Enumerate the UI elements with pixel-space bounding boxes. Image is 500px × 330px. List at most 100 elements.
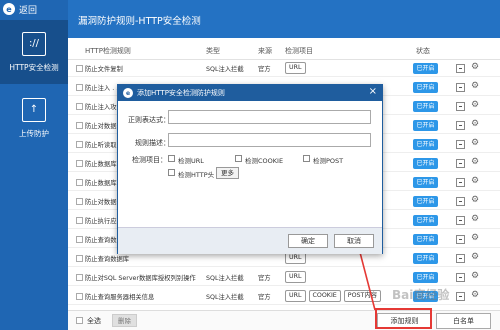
status-toggle[interactable]: 已开启 — [413, 82, 438, 93]
ok-button[interactable]: 确定 — [288, 234, 328, 248]
table-row[interactable]: 防止对SQL Server数据库授权列别操作 SQL注入拦截 官方 URL 已开启 ⚙ — [68, 269, 500, 286]
regex-label: 正则表达式： — [128, 116, 170, 124]
gear-icon[interactable]: ⚙ — [471, 138, 479, 148]
status-toggle[interactable]: 已开启 — [413, 158, 438, 169]
row-checkbox[interactable] — [76, 122, 83, 129]
check-url-checkbox[interactable] — [168, 155, 175, 162]
footer-bar: 全选 删除 添加规则 白名单 — [68, 310, 500, 330]
row-checkbox[interactable] — [76, 179, 83, 186]
minimize-icon[interactable] — [456, 64, 465, 73]
check-item-tag: URL — [285, 290, 306, 302]
cancel-button[interactable]: 取消 — [334, 234, 374, 248]
close-icon[interactable]: × — [369, 86, 377, 97]
gear-icon[interactable]: ⚙ — [471, 100, 479, 110]
row-checkbox[interactable] — [76, 255, 83, 262]
gear-icon[interactable]: ⚙ — [471, 233, 479, 243]
back-button[interactable]: e 返回 — [0, 0, 68, 18]
table-row[interactable]: 防止文件复制 SQL注入拦截 官方 URL 已开启 ⚙ — [68, 60, 500, 77]
row-checkbox[interactable] — [76, 274, 83, 281]
check-item-tags: URL — [285, 271, 306, 283]
row-checkbox[interactable] — [76, 198, 83, 205]
rule-type: SQL注入拦截 — [206, 275, 244, 282]
check-cookie-checkbox[interactable] — [235, 155, 242, 162]
table-header: HTTP检测规则 类型 来源 检测项目 状态 — [68, 38, 500, 60]
gear-icon[interactable]: ⚙ — [471, 157, 479, 167]
description-input[interactable] — [168, 133, 371, 147]
gear-icon[interactable]: ⚙ — [471, 62, 479, 72]
status-toggle[interactable]: 已开启 — [413, 177, 438, 188]
row-checkbox[interactable] — [76, 236, 83, 243]
select-all-checkbox[interactable] — [76, 317, 83, 324]
minimize-icon[interactable] — [456, 140, 465, 149]
whitelist-button[interactable]: 白名单 — [436, 313, 491, 329]
check-http-header-label: 检测HTTP头 — [178, 171, 215, 179]
status-toggle[interactable]: 已开启 — [413, 101, 438, 112]
gear-icon[interactable]: ⚙ — [471, 271, 479, 281]
status-toggle[interactable]: 已开启 — [413, 63, 438, 74]
row-checkbox[interactable] — [76, 217, 83, 224]
column-header-items: 检测项目 — [285, 47, 313, 55]
sidebar-item-label: HTTP安全检测 — [9, 62, 59, 72]
gear-icon[interactable]: ⚙ — [471, 214, 479, 224]
rule-name: 防止查询服务器相关信息 — [85, 294, 155, 301]
minimize-icon[interactable] — [456, 292, 465, 301]
minimize-icon[interactable] — [456, 83, 465, 92]
column-header-source: 来源 — [258, 47, 272, 55]
row-checkbox[interactable] — [76, 65, 83, 72]
status-toggle[interactable]: 已开启 — [413, 120, 438, 131]
gear-icon[interactable]: ⚙ — [471, 176, 479, 186]
minimize-icon[interactable] — [456, 254, 465, 263]
check-item-tag: URL — [285, 271, 306, 283]
minimize-icon[interactable] — [456, 102, 465, 111]
status-toggle[interactable]: 已开启 — [413, 253, 438, 264]
check-cookie-label: 检测COOKIE — [245, 157, 284, 165]
check-post-checkbox[interactable] — [303, 155, 310, 162]
minimize-icon[interactable] — [456, 216, 465, 225]
sidebar-item-upload-protect[interactable]: ↑ 上传防护 — [0, 86, 68, 150]
gear-icon[interactable]: ⚙ — [471, 290, 479, 300]
description-label: 规则描述： — [135, 139, 170, 147]
minimize-icon[interactable] — [456, 197, 465, 206]
rule-type: SQL注入拦截 — [206, 66, 244, 73]
watermark: Bai度经验 — [392, 288, 450, 302]
row-checkbox[interactable] — [76, 293, 83, 300]
gear-icon[interactable]: ⚙ — [471, 252, 479, 262]
sidebar: e 返回 :// HTTP安全检测 ↑ 上传防护 — [0, 0, 68, 330]
delete-button[interactable]: 删除 — [112, 314, 137, 327]
rule-name: 防止对SQL Server数据库授权列别操作 — [85, 275, 196, 282]
regex-input[interactable] — [168, 110, 371, 124]
upload-icon: ↑ — [22, 97, 46, 122]
minimize-icon[interactable] — [456, 178, 465, 187]
sidebar-item-http-check[interactable]: :// HTTP安全检测 — [0, 20, 68, 84]
check-items-label: 检测项目： — [132, 156, 167, 164]
more-button[interactable]: 更多 — [216, 167, 239, 179]
status-toggle[interactable]: 已开启 — [413, 215, 438, 226]
minimize-icon[interactable] — [456, 159, 465, 168]
check-url-label: 检测URL — [178, 157, 204, 165]
dialog-logo-icon: e — [123, 88, 133, 98]
minimize-icon[interactable] — [456, 121, 465, 130]
check-http-header-checkbox[interactable] — [168, 169, 175, 176]
row-checkbox[interactable] — [76, 141, 83, 148]
column-header-type: 类型 — [206, 47, 220, 55]
row-checkbox[interactable] — [76, 84, 83, 91]
minimize-icon[interactable] — [456, 273, 465, 282]
minimize-icon[interactable] — [456, 235, 465, 244]
add-rule-highlight-box — [375, 308, 432, 329]
check-item-tag: POST内容 — [343, 290, 381, 302]
select-all-label: 全选 — [87, 317, 101, 325]
rule-name: 防止文件复制 — [85, 66, 123, 73]
dialog-title-bar: e 添加HTTP安全检测防护规则 × — [118, 85, 382, 101]
gear-icon[interactable]: ⚙ — [471, 119, 479, 129]
status-toggle[interactable]: 已开启 — [413, 139, 438, 150]
row-checkbox[interactable] — [76, 103, 83, 110]
status-toggle[interactable]: 已开启 — [413, 196, 438, 207]
add-rule-dialog: e 添加HTTP安全检测防护规则 × 正则表达式： 规则描述： 检测项目： 检测… — [117, 84, 383, 254]
row-checkbox[interactable] — [76, 160, 83, 167]
gear-icon[interactable]: ⚙ — [471, 195, 479, 205]
status-toggle[interactable]: 已开启 — [413, 234, 438, 245]
rule-source: 官方 — [258, 294, 271, 301]
dialog-footer: 确定 取消 — [118, 227, 382, 254]
gear-icon[interactable]: ⚙ — [471, 81, 479, 91]
status-toggle[interactable]: 已开启 — [413, 272, 438, 283]
